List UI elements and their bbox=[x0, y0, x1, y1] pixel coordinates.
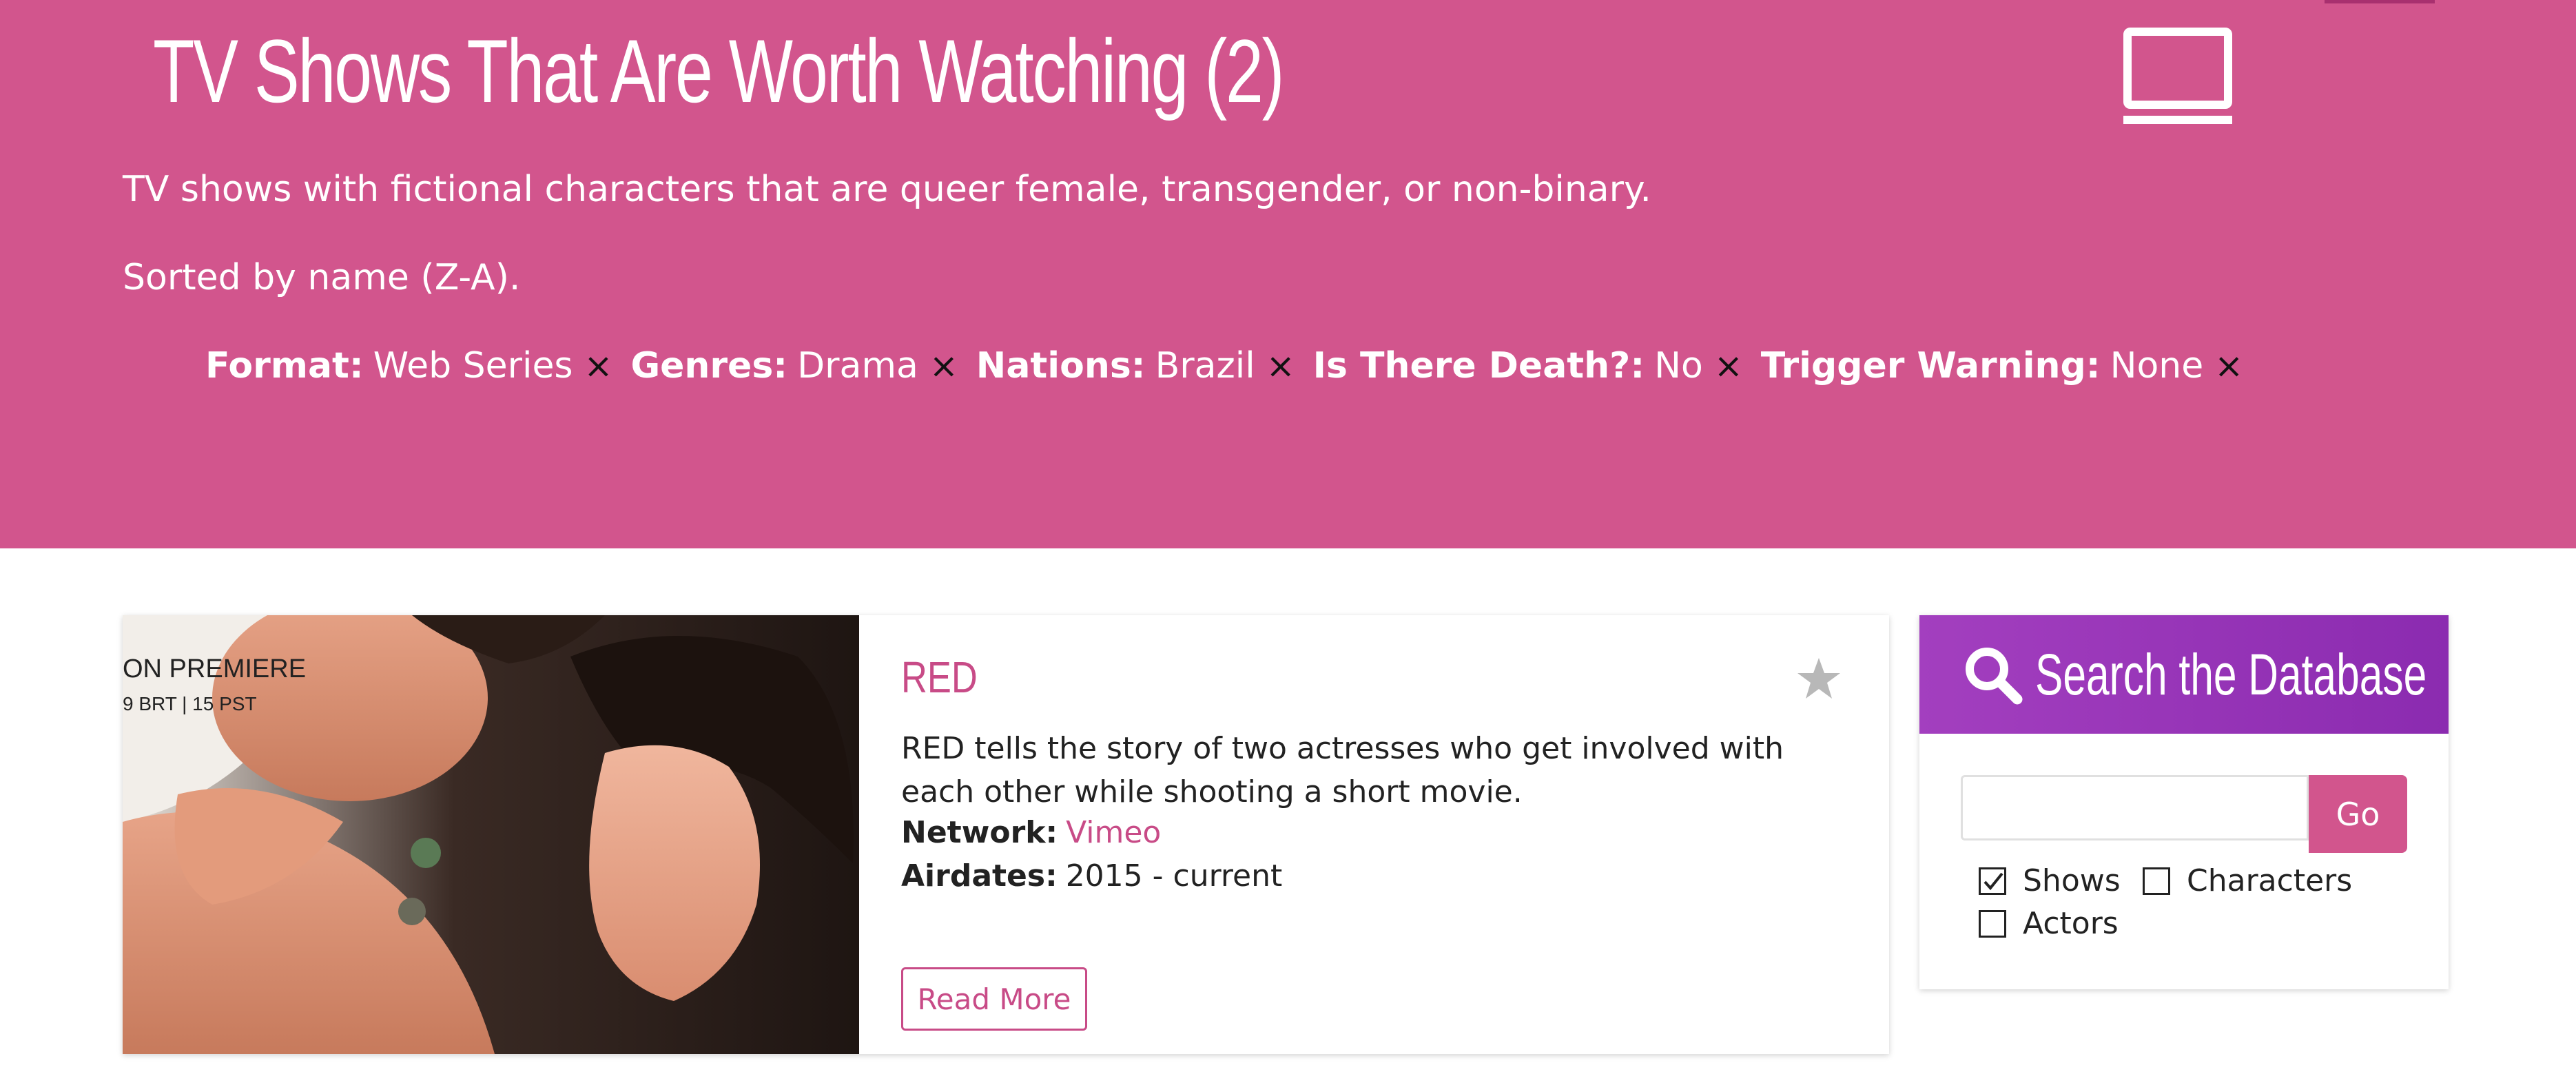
checkbox-checked-icon[interactable] bbox=[1979, 867, 2006, 895]
filter-value: Web Series bbox=[373, 345, 573, 386]
network-link[interactable]: Vimeo bbox=[1066, 815, 1161, 850]
airdates-value: 2015 - current bbox=[1065, 858, 1283, 894]
page-header-banner: TV Shows That Are Worth Watching (2) TV … bbox=[0, 0, 2576, 548]
remove-filter-icon[interactable]: × bbox=[2214, 346, 2243, 386]
checkbox-icon[interactable] bbox=[2143, 867, 2170, 895]
image-overlay-line2: 9 BRT | 15 PST bbox=[123, 693, 257, 714]
filter-label: Format: bbox=[205, 345, 364, 386]
search-widget: Search the Database Go Shows Characters … bbox=[1919, 615, 2449, 989]
read-more-button[interactable]: Read More bbox=[901, 967, 1087, 1031]
tv-icon bbox=[2123, 28, 2232, 124]
search-option-characters[interactable]: Characters bbox=[2143, 863, 2352, 898]
airdates-row: Airdates: 2015 - current bbox=[901, 854, 1282, 898]
show-details: RED RED tells the story of two actresses… bbox=[901, 615, 1866, 1054]
filter-genres: Genres: Drama × bbox=[630, 345, 958, 386]
option-label: Actors bbox=[2023, 906, 2119, 941]
checkbox-icon[interactable] bbox=[1979, 909, 2006, 938]
go-button[interactable]: Go bbox=[2309, 775, 2407, 853]
airdates-label: Airdates: bbox=[901, 858, 1058, 894]
filter-value: None bbox=[2110, 345, 2204, 386]
filter-value: Brazil bbox=[1155, 345, 1255, 386]
show-photo-illustration: ON PREMIERE 9 BRT | 15 PST bbox=[123, 615, 859, 1054]
show-title[interactable]: RED bbox=[901, 650, 978, 705]
remove-filter-icon[interactable]: × bbox=[1266, 346, 1295, 386]
show-card: ON PREMIERE 9 BRT | 15 PST RED RED tells… bbox=[123, 615, 1889, 1054]
remove-filter-icon[interactable]: × bbox=[1714, 346, 1743, 386]
filter-trigger-warning: Trigger Warning: None × bbox=[1761, 345, 2243, 386]
search-icon bbox=[1966, 648, 2023, 705]
filter-format: Format: Web Series × bbox=[205, 345, 612, 386]
filter-nations: Nations: Brazil × bbox=[976, 345, 1295, 386]
top-accent-bar bbox=[2325, 0, 2435, 3]
show-image[interactable]: ON PREMIERE 9 BRT | 15 PST bbox=[123, 615, 859, 1054]
search-widget-title: Search the Database bbox=[2035, 642, 2427, 707]
filter-label: Genres: bbox=[630, 345, 788, 386]
page-title: TV Shows That Are Worth Watching (2) bbox=[153, 21, 1285, 121]
option-label: Characters bbox=[2187, 863, 2353, 898]
filter-label: Trigger Warning: bbox=[1760, 345, 2101, 386]
show-description: RED tells the story of two actresses who… bbox=[901, 731, 1784, 809]
filter-label: Is There Death?: bbox=[1312, 345, 1645, 386]
filter-label: Nations: bbox=[976, 345, 1146, 386]
search-option-actors[interactable]: Actors bbox=[1979, 906, 2119, 941]
remove-filter-icon[interactable]: × bbox=[929, 346, 958, 386]
search-input[interactable] bbox=[1961, 775, 2309, 840]
filter-death: Is There Death?: No × bbox=[1313, 345, 1743, 386]
sort-order-text: Sorted by name (Z-A). bbox=[123, 257, 521, 298]
network-row: Network: Vimeo bbox=[901, 811, 1161, 854]
page-description: TV shows with fictional characters that … bbox=[123, 169, 1651, 210]
star-icon[interactable] bbox=[1797, 657, 1841, 701]
network-label: Network: bbox=[901, 815, 1058, 850]
remove-filter-icon[interactable]: × bbox=[584, 346, 613, 386]
active-filters: Format: Web Series × Genres: Drama × Nat… bbox=[205, 340, 2261, 391]
search-widget-header: Search the Database bbox=[1919, 615, 2449, 734]
filter-value: Drama bbox=[797, 345, 918, 386]
image-overlay-line1: ON PREMIERE bbox=[123, 654, 306, 683]
search-option-shows[interactable]: Shows bbox=[1979, 863, 2121, 898]
option-label: Shows bbox=[2023, 863, 2121, 898]
filter-value: No bbox=[1654, 345, 1703, 386]
